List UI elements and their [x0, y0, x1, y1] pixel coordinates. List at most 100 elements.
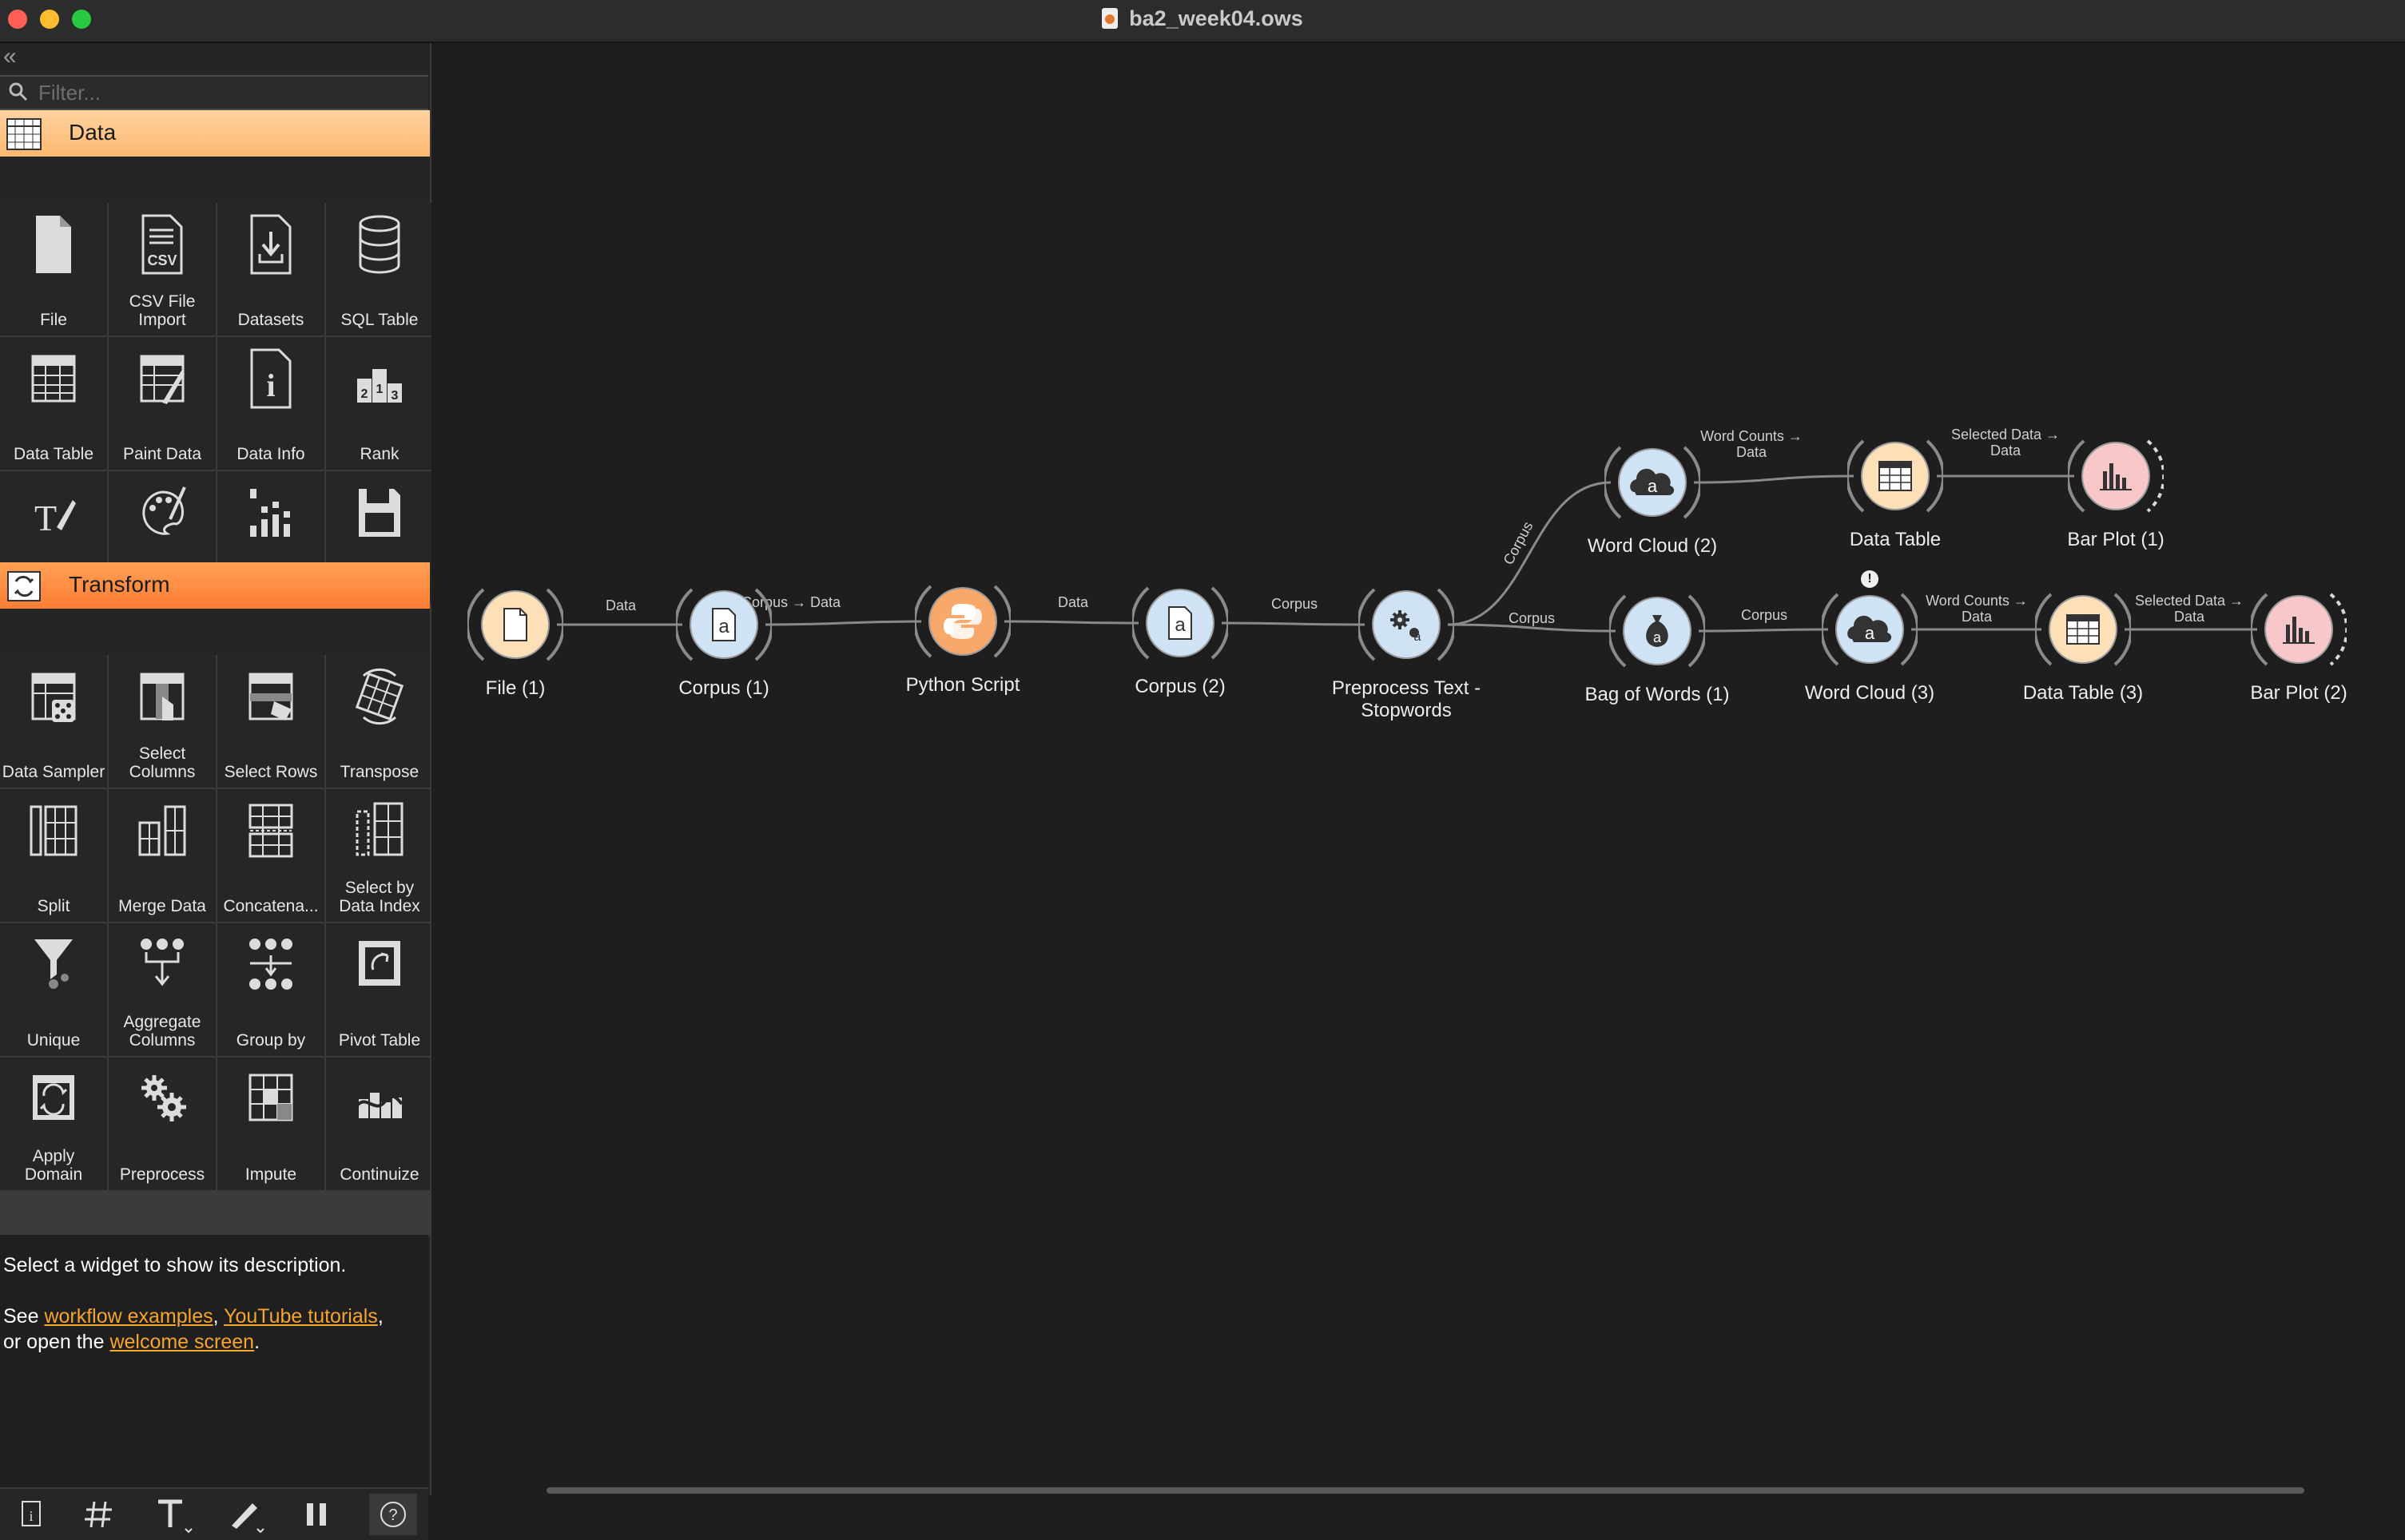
widget-tile[interactable]: Data Sampler — [0, 655, 107, 788]
svg-text:?: ? — [388, 1506, 397, 1524]
widget-tile[interactable]: Datasets — [217, 203, 324, 335]
widget-tile[interactable]: Transpose — [326, 655, 430, 788]
widget-label: CSV File Import — [129, 292, 196, 329]
widget-tile[interactable]: Pivot Table — [326, 923, 430, 1056]
category-label: Data — [69, 120, 117, 145]
workflow-link[interactable] — [1004, 620, 1139, 625]
workflow-node[interactable] — [2033, 581, 2133, 677]
cloud-icon: a — [1819, 593, 1920, 666]
horizontal-scrollbar[interactable] — [547, 1487, 2304, 1494]
widget-tile[interactable]: Merge Data — [109, 789, 216, 922]
workflow-node[interactable]: a — [674, 577, 774, 673]
widget-toolbox: « Data File CSV CSV File Import Datasets SQL… — [0, 43, 433, 1540]
svg-text:a: a — [1653, 629, 1662, 645]
group-by-icon — [247, 933, 295, 997]
workflow-canvas[interactable]: Data Corpus → Data Data Corpus Corpus Word Co… — [431, 43, 2405, 1495]
corpus-icon: a — [1130, 586, 1230, 660]
widget-tile[interactable]: Select Rows — [217, 655, 324, 788]
widget-label: Group by — [236, 1031, 306, 1050]
workflow-examples-link[interactable]: workflow examples — [44, 1305, 213, 1328]
youtube-tutorials-link[interactable]: YouTube tutorials — [224, 1305, 378, 1328]
link-label-line: Selected Data → — [2134, 593, 2244, 609]
widget-label: Unique — [26, 1031, 81, 1050]
text-annotation-button[interactable] — [149, 1494, 197, 1535]
svg-text:T: T — [34, 498, 57, 538]
window-titlebar: ba2_week04.ows — [0, 0, 2405, 43]
arrow-annotation-button[interactable] — [221, 1494, 268, 1535]
widget-tile[interactable]: File — [0, 203, 107, 335]
pen-icon — [232, 1503, 264, 1534]
workflow-link[interactable] — [1221, 621, 1365, 626]
widget-tile[interactable]: Data Table — [0, 337, 107, 470]
widget-tile[interactable]: 2 1 3 Rank — [326, 337, 433, 470]
widget-label: Merge Data — [118, 897, 206, 915]
link-label: Data — [1057, 594, 1089, 610]
transform-widgets-grid: Data Sampler Select Columns Select Rows Tra… — [0, 655, 430, 1236]
node-label: Corpus (2) — [1135, 676, 1226, 697]
grid-button[interactable] — [77, 1494, 125, 1535]
workflow-link[interactable] — [1698, 628, 1829, 633]
python-icon — [912, 585, 1013, 658]
category-data[interactable]: Data — [0, 110, 430, 157]
link-label-line: Data — [1990, 443, 2021, 458]
widget-tile[interactable]: Select by Data Index — [326, 789, 430, 922]
widget-tile[interactable]: Select Columns — [109, 655, 216, 788]
funnel-icon — [30, 933, 78, 997]
widget-label: Select Columns — [129, 744, 196, 781]
workflow-node[interactable] — [2248, 581, 2349, 677]
workflow-link[interactable] — [765, 620, 922, 626]
widget-tile[interactable]: SQL Table — [326, 203, 433, 335]
help-button[interactable]: ? — [369, 1494, 417, 1535]
widget-label: Select by Data Index — [339, 879, 420, 915]
category-transform[interactable]: Transform — [0, 562, 430, 609]
workflow-node[interactable] — [2065, 428, 2166, 524]
widget-tile[interactable]: Impute — [217, 1058, 324, 1190]
pause-button[interactable] — [292, 1494, 340, 1535]
widget-tile[interactable]: Group by — [217, 923, 324, 1056]
link-label: Corpus — [1740, 607, 1788, 623]
widget-tile[interactable]: i Data Info — [217, 337, 324, 470]
widget-tile[interactable]: Preprocess — [109, 1058, 216, 1190]
filter-bar — [0, 75, 428, 110]
filter-input[interactable] — [37, 78, 423, 107]
info-button[interactable]: i — [5, 1494, 53, 1535]
search-icon — [9, 82, 28, 101]
select-rows-icon — [247, 665, 295, 728]
collapse-sidebar-icon[interactable]: « — [3, 45, 17, 69]
widget-label: Split — [37, 897, 70, 915]
link-label-line: Data — [2173, 609, 2205, 625]
bar-chart-icon — [2248, 593, 2349, 666]
widget-label: Paint Data — [122, 445, 202, 463]
node-label: Bar Plot (1) — [2067, 529, 2164, 550]
widget-tile[interactable]: CSV CSV File Import — [109, 203, 216, 335]
widget-tile[interactable]: Continuize — [326, 1058, 430, 1190]
file-icon — [465, 588, 566, 661]
workflow-link[interactable] — [1693, 474, 1854, 484]
widget-label: File — [40, 311, 67, 329]
workflow-node[interactable] — [465, 577, 566, 673]
workflow-node[interactable]: a — [1602, 435, 1703, 530]
workflow-node[interactable] — [1845, 428, 1946, 524]
workflow-node[interactable] — [912, 574, 1013, 669]
workflow-node[interactable]: a — [1819, 581, 1920, 677]
widget-tile[interactable]: Apply Domain — [0, 1058, 107, 1190]
widget-tile[interactable]: Unique — [0, 923, 107, 1056]
widget-tile[interactable]: Concatena... — [217, 789, 324, 922]
widget-label: SQL Table — [340, 311, 419, 329]
document-icon — [1102, 8, 1119, 29]
link-label-line: Word Counts → — [1700, 428, 1803, 444]
workflow-node[interactable]: a — [1607, 583, 1707, 679]
save-icon — [356, 481, 403, 545]
link-label: Corpus — [1508, 610, 1556, 626]
widget-tile[interactable]: Paint Data — [109, 337, 216, 470]
warning-badge-icon: ! — [1861, 570, 1878, 588]
widget-label: Transpose — [340, 763, 419, 781]
datasets-icon — [247, 212, 295, 276]
welcome-screen-link[interactable]: welcome screen — [109, 1331, 254, 1353]
widget-tile[interactable]: Aggregate Columns — [109, 923, 216, 1056]
widget-tile[interactable]: Split — [0, 789, 107, 922]
workflow-node[interactable]: a — [1356, 577, 1457, 673]
description-links: See workflow examples, YouTube tutorials… — [3, 1305, 384, 1353]
window-title-text: ba2_week04.ows — [1129, 6, 1303, 30]
workflow-node[interactable]: a — [1130, 575, 1230, 671]
